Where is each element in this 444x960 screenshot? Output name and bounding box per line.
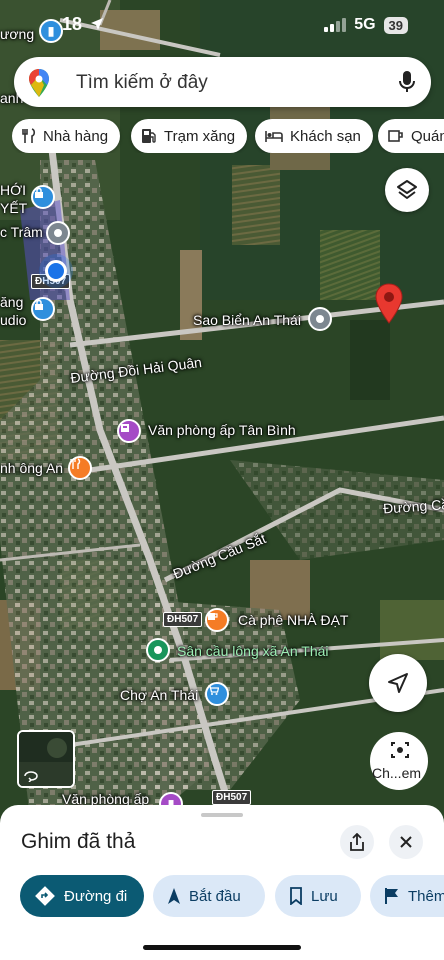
dot-icon: [316, 315, 324, 323]
flag-icon: [385, 888, 398, 904]
place-bottom-sheet: Ghim đã thả Đường đi Bắt đầu Lưu Thêm: [0, 805, 444, 960]
navigation-arrow-icon: [168, 888, 180, 904]
coffee-cup-icon: [388, 130, 403, 142]
poi-pin-gray[interactable]: [308, 307, 332, 331]
category-chips: Nhà hàng Trạm xăng Khách sạn Quán: [12, 119, 444, 153]
chip-label: Quán: [411, 127, 444, 145]
save-button[interactable]: Lưu: [275, 875, 361, 917]
location-arrow-icon: [91, 18, 103, 30]
status-indicators: 5G 39: [324, 16, 408, 34]
poi-pin-blue[interactable]: [31, 297, 55, 321]
maps-logo-icon: [29, 69, 49, 97]
coffee-cup-icon: [208, 613, 218, 620]
road-shield-dh507: ĐH507: [212, 790, 252, 805]
microphone-icon[interactable]: [399, 70, 415, 94]
directions-icon: [35, 886, 55, 906]
gas-pump-icon: [142, 129, 156, 143]
close-button[interactable]: [389, 825, 423, 859]
navigation-arrow-icon: [388, 673, 408, 693]
street-view-thumbnail[interactable]: [17, 730, 75, 788]
search-input[interactable]: Tìm kiếm ở đây: [76, 72, 208, 94]
action-label: Bắt đầu: [189, 887, 241, 905]
place-label-cho-an-thai[interactable]: Chợ An Thái: [120, 687, 198, 703]
drag-handle[interactable]: [201, 813, 243, 817]
chip-label: Trạm xăng: [164, 127, 236, 145]
poi-pin-purple[interactable]: [117, 419, 141, 443]
place-label-sao-bien[interactable]: Sao Biển An Thái: [193, 312, 301, 328]
network-type: 5G: [354, 16, 376, 33]
action-label: Thêm: [408, 887, 444, 905]
layers-icon: [397, 180, 417, 199]
chip-cafes[interactable]: Quán: [378, 119, 444, 153]
status-bar: 18 5G 39: [0, 0, 444, 50]
dropped-pin-icon[interactable]: [374, 283, 404, 325]
search-bar[interactable]: Tìm kiếm ở đây: [14, 57, 431, 107]
place-label-van-phong-tan-binh[interactable]: Văn phòng ấp Tân Bình: [148, 422, 296, 438]
map-label: udio: [0, 312, 27, 328]
chip-gas-stations[interactable]: Trạm xăng: [131, 119, 248, 153]
chip-label: Nhà hàng: [43, 127, 109, 145]
map-label: ăng: [0, 294, 24, 310]
fork-knife-icon: [22, 128, 36, 143]
place-label-ong-an[interactable]: nh ông An: [0, 460, 63, 476]
shopping-cart-icon: [208, 685, 219, 695]
lock-icon: [35, 187, 43, 198]
sheet-title: Ghim đã thả: [21, 830, 136, 853]
map-label: YẾT: [0, 200, 28, 216]
map-label: HỚI: [0, 182, 27, 198]
close-icon: [400, 836, 412, 848]
lens-search-button[interactable]: Ch...em: [369, 732, 429, 796]
share-icon: [350, 833, 364, 851]
bookmark-icon: [290, 887, 302, 905]
signal-strength-icon: [324, 18, 347, 32]
map-layers-button[interactable]: [385, 168, 429, 212]
battery-icon: 39: [383, 16, 408, 34]
chip-hotels[interactable]: Khách sạn: [255, 119, 373, 153]
bed-icon: [265, 131, 283, 142]
status-time: 18: [62, 14, 83, 34]
lens-label: Ch...em: [372, 765, 422, 781]
camera-search-icon: [391, 742, 409, 758]
chip-restaurants[interactable]: Nhà hàng: [12, 119, 121, 153]
home-indicator: [143, 945, 301, 950]
my-location-dot: [45, 260, 67, 282]
place-label-san-cau-long[interactable]: Sân cầu lông xã An Thái: [177, 643, 329, 659]
more-button[interactable]: Thêm: [370, 875, 444, 917]
dot-icon: [154, 646, 162, 654]
rotate-360-icon: [24, 771, 38, 782]
lock-icon: [35, 299, 43, 310]
share-button[interactable]: [340, 825, 374, 859]
my-location-button[interactable]: [369, 654, 427, 712]
poi-pin-blue[interactable]: [205, 682, 229, 706]
fork-knife-icon: [70, 458, 81, 469]
dot-icon: [54, 229, 62, 237]
map-label: c Trâm: [0, 224, 43, 240]
road-shield-dh507: ĐH507: [163, 612, 203, 627]
poi-pin-orange[interactable]: [68, 456, 92, 480]
start-button[interactable]: Bắt đầu: [153, 875, 265, 917]
poi-pin-blue[interactable]: [31, 185, 55, 209]
directions-button[interactable]: Đường đi: [20, 875, 144, 917]
chip-label: Khách sạn: [290, 127, 361, 145]
poi-pin-green[interactable]: [146, 638, 170, 662]
place-label-ca-phe[interactable]: Cà phê NHÀ ĐẠT: [238, 612, 348, 628]
action-label: Lưu: [311, 887, 338, 905]
poi-pin-orange[interactable]: [205, 608, 229, 632]
poi-pin-gray[interactable]: [46, 221, 70, 245]
office-icon: [121, 424, 129, 432]
action-label: Đường đi: [64, 887, 128, 905]
action-buttons: Đường đi Bắt đầu Lưu Thêm: [20, 875, 444, 917]
